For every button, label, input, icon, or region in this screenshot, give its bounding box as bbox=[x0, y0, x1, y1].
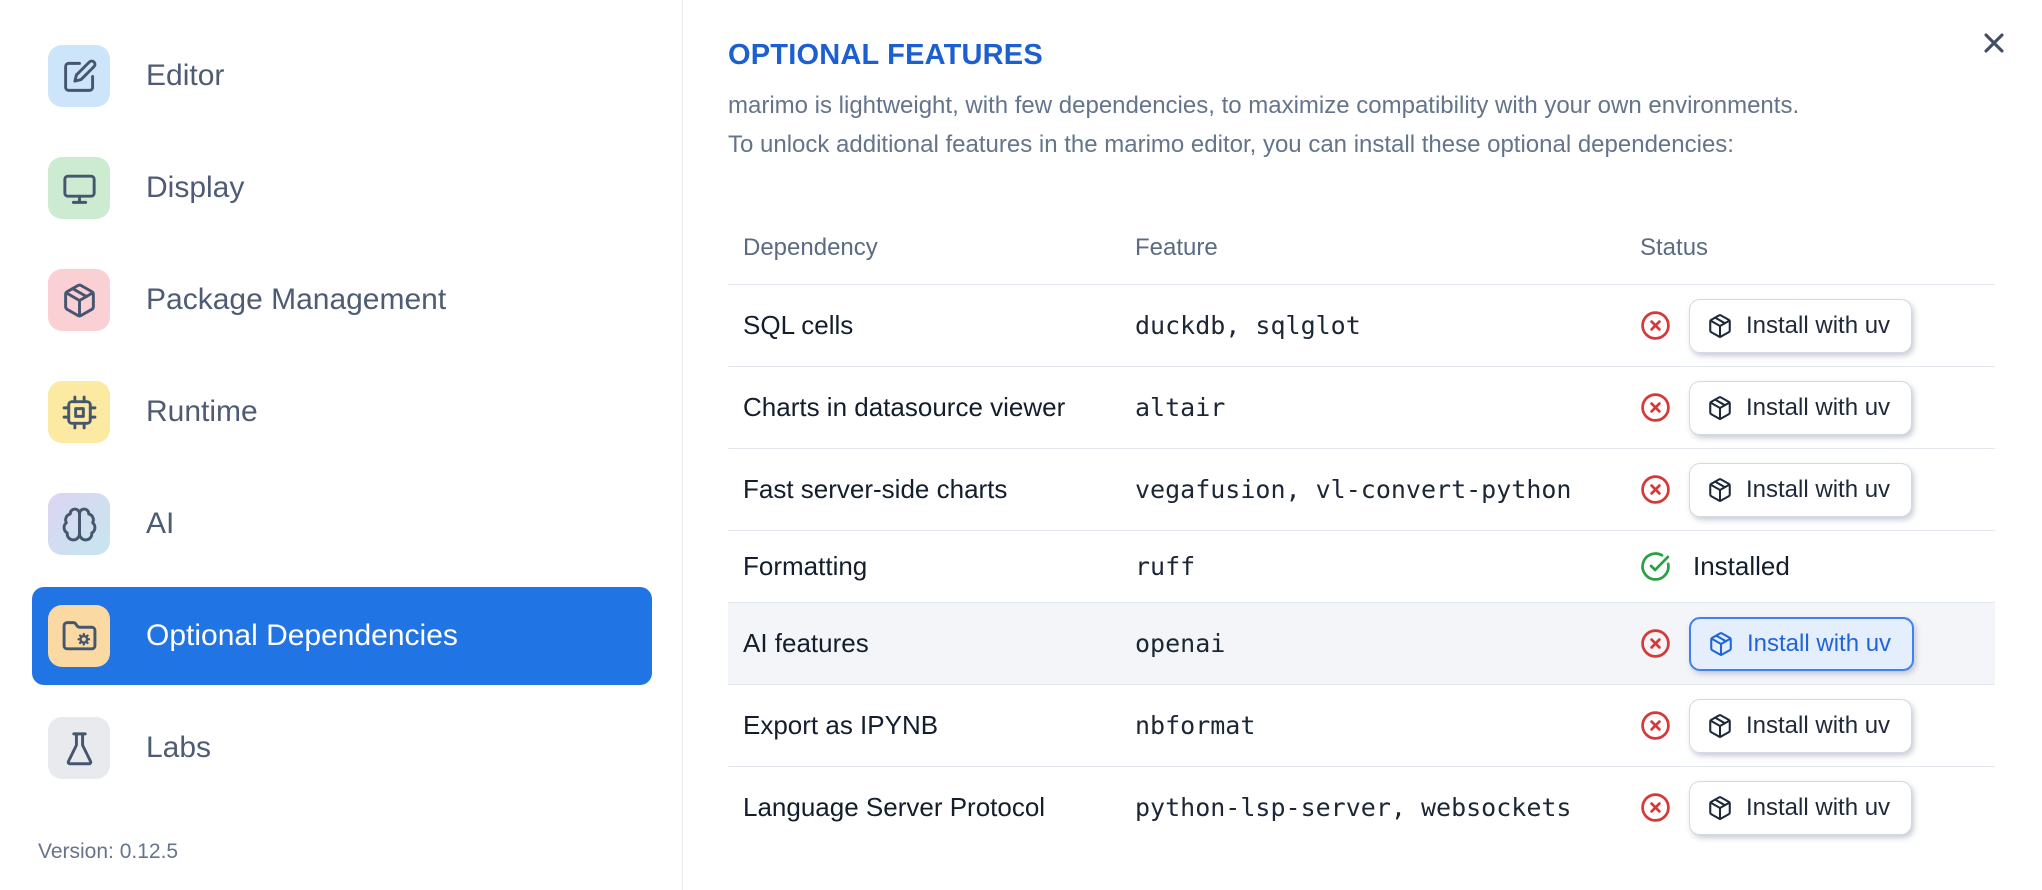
install-with-uv-button[interactable]: Install with uv bbox=[1689, 616, 1915, 671]
circle-x-icon bbox=[1640, 392, 1671, 423]
package-icon bbox=[1707, 713, 1733, 739]
install-button-label: Install with uv bbox=[1747, 629, 1892, 657]
dependency-cell: Charts in datasource viewer bbox=[743, 392, 1066, 422]
panel-content: OPTIONAL FEATURES marimo is lightweight,… bbox=[683, 0, 2042, 848]
sidebar-item-label: Runtime bbox=[146, 395, 258, 428]
column-header-status: Status bbox=[1640, 234, 1709, 261]
dependency-cell: Export as IPYNB bbox=[743, 710, 939, 740]
description-line: marimo is lightweight, with few dependen… bbox=[728, 92, 1800, 119]
sidebar-item-label: Package Management bbox=[146, 283, 447, 316]
feature-cell: vegafusion, vl-convert-python bbox=[1135, 475, 1572, 504]
sidebar-item-display[interactable]: Display bbox=[32, 139, 652, 237]
package-icon bbox=[1707, 795, 1733, 821]
status-cell: Install with uv bbox=[1610, 462, 1995, 517]
optional-features-panel: OPTIONAL FEATURES marimo is lightweight,… bbox=[683, 0, 2042, 890]
edit-icon bbox=[48, 45, 110, 107]
dependency-cell: Formatting bbox=[743, 551, 868, 581]
install-with-uv-button[interactable]: Install with uv bbox=[1689, 698, 1913, 753]
circle-x-icon bbox=[1640, 474, 1671, 505]
table-row: Language Server Protocol python-lsp-serv… bbox=[728, 766, 1995, 848]
feature-cell: altair bbox=[1135, 393, 1226, 422]
sidebar-item-editor[interactable]: Editor bbox=[32, 27, 652, 125]
column-header-feature: Feature bbox=[1135, 234, 1218, 261]
circle-x-icon bbox=[1640, 792, 1671, 823]
status-cell: Install with uv bbox=[1610, 616, 1995, 671]
version-label: Version: 0.12.5 bbox=[38, 840, 179, 863]
circle-x-icon bbox=[1640, 628, 1671, 659]
page-title: OPTIONAL FEATURES bbox=[728, 39, 1043, 71]
brain-icon bbox=[48, 493, 110, 555]
status-cell: Installed bbox=[1610, 551, 1995, 582]
status-cell: Install with uv bbox=[1610, 298, 1995, 353]
table-row: Charts in datasource viewer altair Insta… bbox=[728, 366, 1995, 448]
table-row: AI features openai Install with uv bbox=[728, 602, 1995, 684]
install-button-label: Install with uv bbox=[1746, 311, 1891, 339]
flask-icon bbox=[48, 717, 110, 779]
sidebar-item-package-management[interactable]: Package Management bbox=[32, 251, 652, 349]
column-header-dependency: Dependency bbox=[743, 234, 878, 261]
sidebar-item-runtime[interactable]: Runtime bbox=[32, 363, 652, 461]
dependency-cell: AI features bbox=[743, 628, 869, 658]
feature-cell: ruff bbox=[1135, 552, 1196, 581]
table-row: Export as IPYNB nbformat Install with uv bbox=[728, 684, 1995, 766]
package-icon bbox=[1707, 477, 1733, 503]
close-icon bbox=[1978, 33, 2010, 62]
table-header-row: Dependency Feature Status bbox=[728, 212, 1995, 284]
package-icon bbox=[1708, 631, 1734, 657]
folder-cog-icon bbox=[48, 605, 110, 667]
feature-cell: openai bbox=[1135, 629, 1226, 658]
status-cell: Install with uv bbox=[1610, 380, 1995, 435]
install-button-label: Install with uv bbox=[1746, 393, 1891, 421]
dependencies-table: Dependency Feature Status SQL cells duck… bbox=[728, 212, 1995, 848]
feature-cell: nbformat bbox=[1135, 711, 1256, 740]
dependency-cell: SQL cells bbox=[743, 310, 854, 340]
dependency-cell: Language Server Protocol bbox=[743, 792, 1046, 822]
sidebar-item-label: AI bbox=[146, 507, 175, 540]
status-cell: Install with uv bbox=[1610, 698, 1995, 753]
install-with-uv-button[interactable]: Install with uv bbox=[1689, 462, 1913, 517]
package-icon bbox=[48, 269, 110, 331]
sidebar-item-label: Display bbox=[146, 171, 245, 204]
circle-x-icon bbox=[1640, 310, 1671, 341]
package-icon bbox=[1707, 395, 1733, 421]
install-button-label: Install with uv bbox=[1746, 475, 1891, 503]
circle-x-icon bbox=[1640, 710, 1671, 741]
description-line: To unlock additional features in the mar… bbox=[728, 131, 1734, 158]
settings-sidebar: Editor Display Package Management Runtim… bbox=[0, 0, 683, 890]
settings-dialog: Editor Display Package Management Runtim… bbox=[0, 0, 2042, 890]
status-cell: Install with uv bbox=[1610, 780, 1995, 835]
install-button-label: Install with uv bbox=[1746, 711, 1891, 739]
circle-check-icon bbox=[1640, 551, 1671, 582]
sidebar-item-ai[interactable]: AI bbox=[32, 475, 652, 573]
table-body: SQL cells duckdb, sqlglot Install with u… bbox=[728, 284, 1995, 848]
table-row: Fast server-side charts vegafusion, vl-c… bbox=[728, 448, 1995, 530]
install-button-label: Install with uv bbox=[1746, 793, 1891, 821]
status-installed-label: Installed bbox=[1693, 551, 1790, 581]
monitor-icon bbox=[48, 157, 110, 219]
sidebar-item-optional-dependencies[interactable]: Optional Dependencies bbox=[32, 587, 652, 685]
sidebar-item-label: Optional Dependencies bbox=[146, 619, 458, 652]
feature-cell: duckdb, sqlglot bbox=[1135, 311, 1361, 340]
package-icon bbox=[1707, 313, 1733, 339]
sidebar-nav: Editor Display Package Management Runtim… bbox=[0, 27, 682, 797]
sidebar-item-label: Labs bbox=[146, 731, 212, 764]
install-with-uv-button[interactable]: Install with uv bbox=[1689, 298, 1913, 353]
panel-description: marimo is lightweight, with few dependen… bbox=[728, 86, 1983, 164]
install-with-uv-button[interactable]: Install with uv bbox=[1689, 780, 1913, 835]
install-with-uv-button[interactable]: Install with uv bbox=[1689, 380, 1913, 435]
feature-cell: python-lsp-server, websockets bbox=[1135, 793, 1572, 822]
dependency-cell: Fast server-side charts bbox=[743, 474, 1008, 504]
close-button[interactable] bbox=[1978, 27, 2010, 59]
table-row: SQL cells duckdb, sqlglot Install with u… bbox=[728, 284, 1995, 366]
sidebar-item-label: Editor bbox=[146, 59, 225, 92]
table-row: Formatting ruff Installed bbox=[728, 530, 1995, 602]
sidebar-item-labs[interactable]: Labs bbox=[32, 699, 652, 797]
cpu-icon bbox=[48, 381, 110, 443]
